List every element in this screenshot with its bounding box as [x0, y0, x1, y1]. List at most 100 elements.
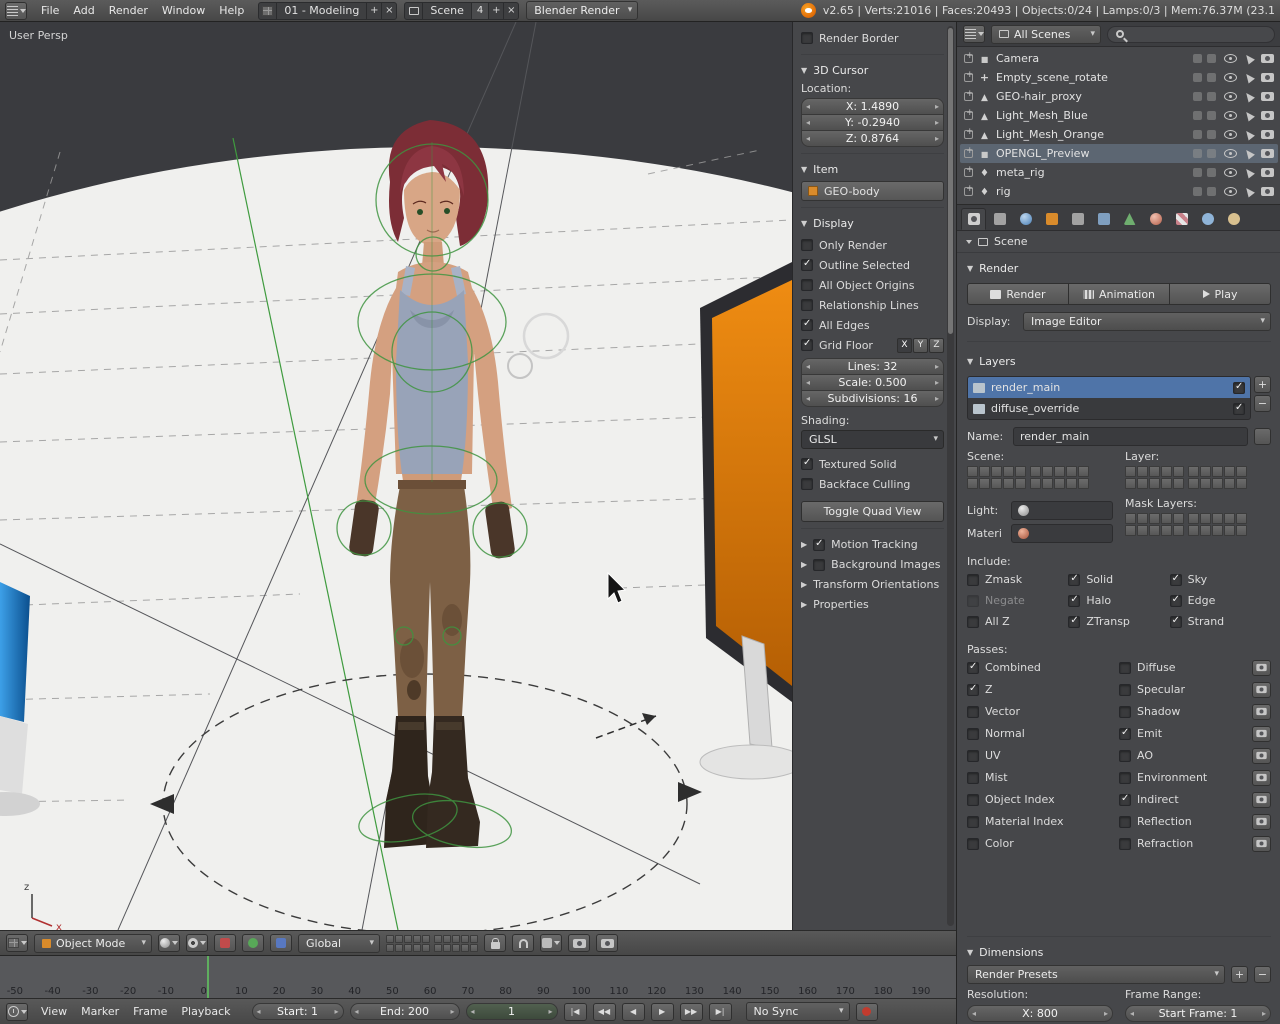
current-frame-field[interactable]: 1 — [465, 1003, 558, 1020]
object-name[interactable]: OPENGL_Preview — [996, 147, 1089, 160]
collapsed-panel-header[interactable]: Properties — [801, 595, 944, 614]
layer-cell[interactable] — [1003, 478, 1014, 489]
menu-item[interactable]: Window — [155, 4, 212, 17]
layer-cell[interactable] — [1125, 525, 1136, 536]
pass-toggle[interactable]: Normal — [967, 724, 1115, 743]
checkbox[interactable] — [1068, 615, 1081, 628]
editor-type-button[interactable] — [6, 934, 28, 952]
exclude-pass-button[interactable] — [1252, 725, 1271, 742]
checkbox[interactable] — [1068, 573, 1081, 586]
jump-to-end-button[interactable]: ▶| — [708, 1002, 732, 1021]
layer-cell[interactable] — [1149, 478, 1160, 489]
checkbox[interactable] — [801, 478, 813, 490]
layer-cell[interactable] — [434, 934, 442, 943]
include-toggle[interactable]: Strand — [1169, 612, 1271, 631]
panel-header-render[interactable]: Render — [967, 259, 1271, 277]
pass-toggle[interactable]: Refraction — [1119, 834, 1271, 853]
render-engine-select[interactable]: Blender Render — [526, 1, 639, 20]
scene-lock-button[interactable] — [484, 934, 506, 952]
menu-item[interactable]: Add — [66, 4, 101, 17]
layer-cell[interactable] — [1173, 466, 1184, 477]
properties-tab[interactable] — [1221, 208, 1246, 230]
layer-cell[interactable] — [1125, 478, 1136, 489]
visibility-eye-icon[interactable] — [1224, 130, 1237, 139]
pass-toggle[interactable]: Color — [967, 834, 1115, 853]
layer-select-button[interactable] — [1254, 428, 1271, 445]
visibility-eye-icon[interactable] — [1224, 168, 1237, 177]
menu-item[interactable]: Help — [212, 4, 251, 17]
renderable-camera-icon[interactable] — [1261, 54, 1274, 63]
selectable-cursor-icon[interactable] — [1243, 128, 1255, 141]
visibility-eye-icon[interactable] — [1224, 92, 1237, 101]
visibility-eye-icon[interactable] — [1224, 187, 1237, 196]
checkbox[interactable] — [1119, 771, 1131, 784]
menu-item[interactable]: Playback — [174, 1005, 237, 1018]
include-toggle[interactable]: Sky — [1169, 570, 1271, 589]
grid-setting-field[interactable]: Lines: 32 — [801, 358, 944, 375]
layer-cell[interactable] — [1137, 478, 1148, 489]
checkbox[interactable] — [1169, 594, 1182, 607]
checkbox[interactable] — [967, 705, 979, 718]
checkbox[interactable] — [1119, 661, 1131, 674]
jump-to-start-button[interactable]: |◀ — [563, 1002, 587, 1021]
pass-toggle[interactable]: Shadow — [1119, 702, 1271, 721]
snap-element-button[interactable] — [540, 934, 562, 952]
layer-cell[interactable] — [1137, 466, 1148, 477]
render-presets-select[interactable]: Render Presets — [967, 965, 1225, 984]
layer-cell[interactable] — [1188, 478, 1199, 489]
remove-preset-button[interactable] — [1254, 966, 1271, 983]
selectable-cursor-icon[interactable] — [1243, 147, 1255, 160]
render-border-toggle[interactable]: Render Border — [801, 28, 944, 48]
checkbox[interactable] — [1119, 837, 1131, 850]
layer-cell[interactable] — [967, 478, 978, 489]
close-layout-button[interactable] — [381, 2, 396, 19]
editor-type-button[interactable] — [963, 25, 985, 43]
browse-icon[interactable] — [966, 239, 972, 244]
checkbox[interactable] — [1119, 727, 1131, 740]
object-name[interactable]: GEO-hair_proxy — [996, 90, 1082, 103]
remove-layer-button[interactable] — [1254, 395, 1271, 412]
layer-cell[interactable] — [452, 943, 460, 952]
exclude-pass-button[interactable] — [1252, 769, 1271, 786]
checkbox[interactable] — [1119, 705, 1131, 718]
checkbox[interactable] — [1119, 815, 1131, 828]
pass-toggle[interactable]: Material Index — [967, 812, 1115, 831]
display-toggle[interactable]: Outline Selected — [801, 255, 944, 275]
menu-item[interactable]: File — [34, 4, 66, 17]
layer-cell[interactable] — [413, 934, 421, 943]
layer-cell[interactable] — [1224, 466, 1235, 477]
layer-cell[interactable] — [967, 466, 978, 477]
layer-cell[interactable] — [1200, 525, 1211, 536]
start-frame-field[interactable]: Start: 1 — [251, 1003, 344, 1020]
object-name[interactable]: Light_Mesh_Orange — [996, 128, 1104, 141]
checkbox[interactable] — [967, 573, 979, 586]
layer-cell[interactable] — [1042, 466, 1053, 477]
exclude-pass-button[interactable] — [1252, 835, 1271, 852]
outliner-row[interactable]: rig — [960, 182, 1278, 201]
sync-mode-select[interactable]: No Sync — [745, 1002, 850, 1021]
layer-cell[interactable] — [1212, 525, 1223, 536]
layer-cell[interactable] — [413, 943, 421, 952]
exclude-pass-button[interactable] — [1252, 681, 1271, 698]
shading-toggle[interactable]: Backface Culling — [801, 474, 944, 494]
layer-cell[interactable] — [1149, 525, 1160, 536]
render-layer-item[interactable]: render_main — [968, 377, 1250, 398]
layer-cell[interactable] — [1173, 525, 1184, 536]
grid-floor-toggle[interactable]: Grid Floor — [801, 338, 873, 352]
outliner-row[interactable]: Light_Mesh_Orange — [960, 125, 1278, 144]
editor-type-button[interactable] — [5, 1, 27, 20]
layer-cell[interactable] — [1137, 525, 1148, 536]
properties-tab[interactable] — [1013, 208, 1038, 230]
visibility-eye-icon[interactable] — [1224, 149, 1237, 158]
layer-cell[interactable] — [470, 934, 478, 943]
checkbox[interactable] — [967, 661, 979, 674]
outliner-row[interactable]: GEO-hair_proxy — [960, 87, 1278, 106]
start-frame-field[interactable]: Start Frame: 1 — [1125, 1005, 1271, 1022]
layer-cell[interactable] — [1125, 513, 1136, 524]
pass-toggle[interactable]: Mist — [967, 768, 1115, 787]
selectable-cursor-icon[interactable] — [1243, 166, 1255, 179]
add-layer-button[interactable] — [1254, 376, 1271, 393]
selectable-cursor-icon[interactable] — [1243, 71, 1255, 84]
collapsed-panel-header[interactable]: Transform Orientations — [801, 575, 944, 594]
expand-icon[interactable] — [964, 127, 974, 139]
